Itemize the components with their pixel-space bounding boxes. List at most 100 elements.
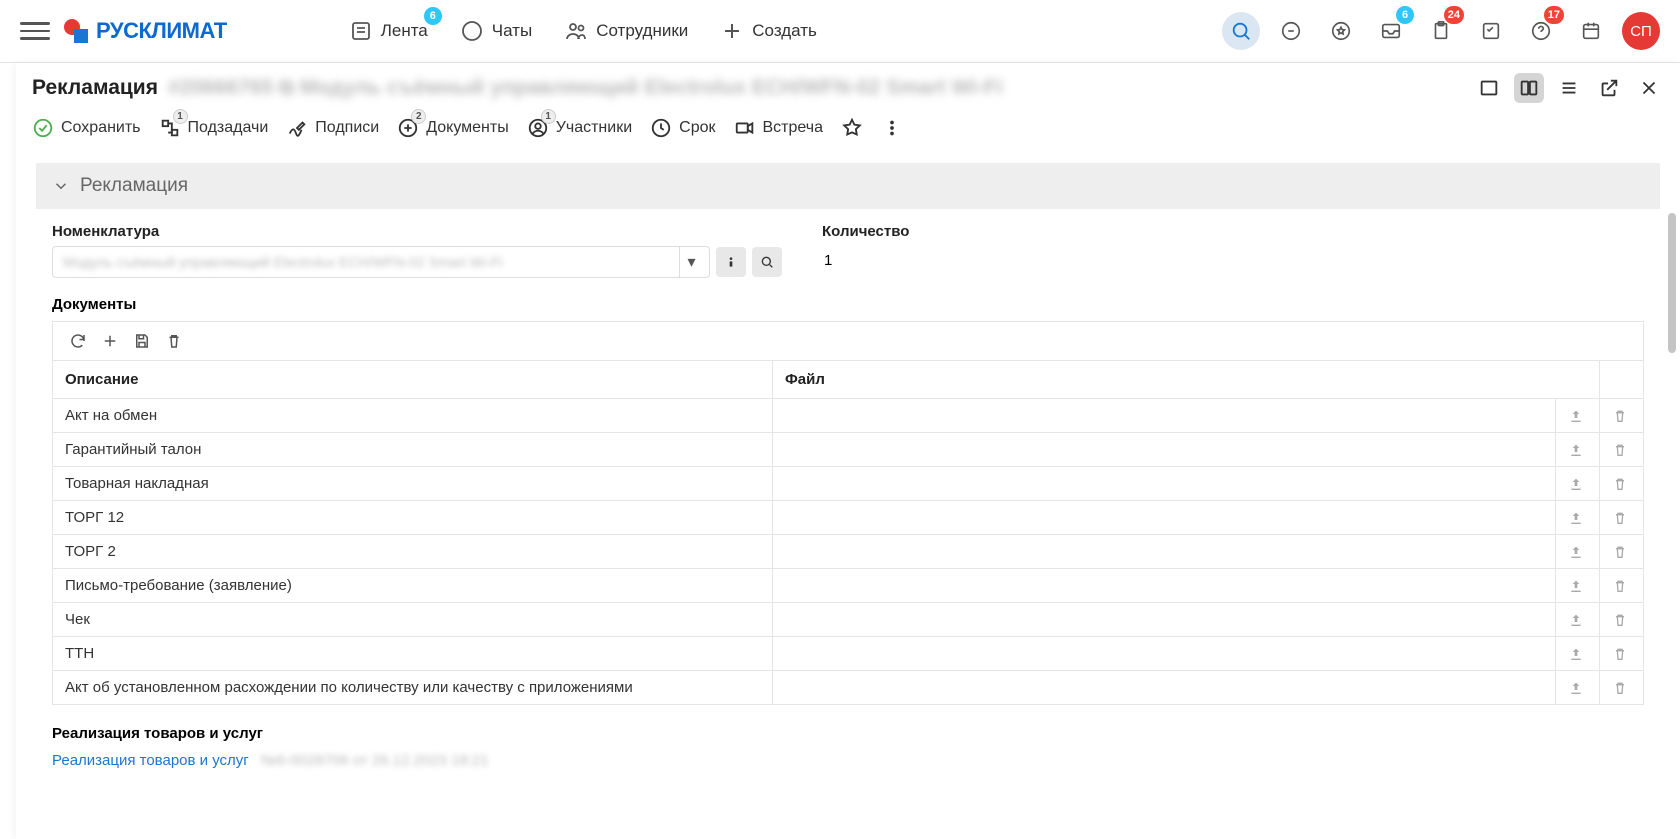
table-row[interactable]: ТОРГ 12 xyxy=(53,501,1644,535)
doc-delete-button[interactable] xyxy=(1600,467,1644,501)
search-button[interactable] xyxy=(1222,12,1260,50)
doc-delete-button[interactable] xyxy=(1600,637,1644,671)
table-row[interactable]: Письмо-требование (заявление) xyxy=(53,569,1644,603)
doc-upload-button[interactable] xyxy=(1556,433,1600,467)
favorite-star-button[interactable] xyxy=(841,117,863,139)
quantity-field: Количество 1 xyxy=(822,223,909,278)
documents-button[interactable]: 2 Документы xyxy=(397,117,508,139)
doc-delete-button[interactable] xyxy=(1600,433,1644,467)
list-icon xyxy=(1558,77,1580,99)
view-split-button[interactable] xyxy=(1514,73,1544,103)
doc-file-cell xyxy=(773,535,1556,569)
more-actions-button[interactable] xyxy=(881,117,903,139)
doc-upload-button[interactable] xyxy=(1556,399,1600,433)
view-window-button[interactable] xyxy=(1474,73,1504,103)
nav-employees-label: Сотрудники xyxy=(596,21,688,41)
hamburger-menu-button[interactable] xyxy=(20,16,50,46)
main-header: РУСКЛИМАТ Лента 6 Чаты Сотрудники Создат… xyxy=(0,0,1680,63)
refresh-icon[interactable] xyxy=(69,332,87,350)
inbox-button[interactable]: 6 xyxy=(1372,12,1410,50)
actionbar: Сохранить 1 Подзадачи Подписи 2 Документ… xyxy=(16,111,1680,153)
realization-link[interactable]: Реализация товаров и услуг xyxy=(52,752,249,769)
logo-mark-icon xyxy=(62,17,90,45)
nav-create-label: Создать xyxy=(752,21,817,41)
doc-delete-button[interactable] xyxy=(1600,671,1644,705)
nav-feed-badge: 6 xyxy=(424,7,442,25)
trash-icon xyxy=(1612,680,1628,696)
scrollbar-thumb[interactable] xyxy=(1668,213,1676,353)
doc-upload-button[interactable] xyxy=(1556,603,1600,637)
comments-button[interactable] xyxy=(1272,12,1310,50)
table-row[interactable]: Чек xyxy=(53,603,1644,637)
signatures-button[interactable]: Подписи xyxy=(286,117,379,139)
nav-feed-label: Лента xyxy=(381,21,428,41)
nomenclature-select[interactable]: Модуль съёмный управляющий Electrolux EC… xyxy=(52,246,710,278)
save-label: Сохранить xyxy=(61,119,141,137)
doc-upload-button[interactable] xyxy=(1556,467,1600,501)
save-disk-icon[interactable] xyxy=(133,332,151,350)
table-row[interactable]: ТТН xyxy=(53,637,1644,671)
main-panel: Рекламация #20666765 ⧉ Модуль съёмный уп… xyxy=(16,63,1680,839)
doc-delete-button[interactable] xyxy=(1600,603,1644,637)
doc-delete-button[interactable] xyxy=(1600,535,1644,569)
comment-bubble-icon xyxy=(1280,20,1302,42)
col-file[interactable]: Файл xyxy=(773,361,1600,399)
employees-icon xyxy=(564,19,588,43)
delete-icon[interactable] xyxy=(165,332,183,350)
col-description[interactable]: Описание xyxy=(53,361,773,399)
open-external-button[interactable] xyxy=(1594,73,1624,103)
close-icon xyxy=(1638,77,1660,99)
subtasks-button[interactable]: 1 Подзадачи xyxy=(159,117,269,139)
favorites-button[interactable] xyxy=(1322,12,1360,50)
help-button[interactable]: 17 xyxy=(1522,12,1560,50)
feed-icon xyxy=(349,19,373,43)
participants-button[interactable]: 1 Участники xyxy=(527,117,632,139)
add-icon[interactable] xyxy=(101,332,119,350)
save-button[interactable]: Сохранить xyxy=(32,117,141,139)
clipboard-badge: 24 xyxy=(1444,6,1464,24)
nav-chats[interactable]: Чаты xyxy=(450,13,542,49)
nav-employees[interactable]: Сотрудники xyxy=(554,13,698,49)
nomenclature-value: Модуль съёмный управляющий Electrolux EC… xyxy=(63,254,502,270)
doc-upload-button[interactable] xyxy=(1556,671,1600,705)
table-row[interactable]: Гарантийный талон xyxy=(53,433,1644,467)
clipboard-button[interactable]: 24 xyxy=(1422,12,1460,50)
calendar-button[interactable] xyxy=(1572,12,1610,50)
doc-file-cell xyxy=(773,399,1556,433)
close-button[interactable] xyxy=(1634,73,1664,103)
table-row[interactable]: Акт об установленном расхождении по коли… xyxy=(53,671,1644,705)
doc-upload-button[interactable] xyxy=(1556,637,1600,671)
section-toggle[interactable]: Рекламация xyxy=(36,163,1660,209)
tasks-button[interactable] xyxy=(1472,12,1510,50)
deadline-button[interactable]: Срок xyxy=(650,117,715,139)
doc-description-cell: ТТН xyxy=(53,637,773,671)
doc-upload-button[interactable] xyxy=(1556,501,1600,535)
table-row[interactable]: Акт на обмен xyxy=(53,399,1644,433)
doc-delete-button[interactable] xyxy=(1600,569,1644,603)
magnify-icon xyxy=(759,254,775,270)
search-nomenclature-button[interactable] xyxy=(752,247,782,277)
nav-feed[interactable]: Лента 6 xyxy=(339,13,438,49)
doc-delete-button[interactable] xyxy=(1600,399,1644,433)
logo[interactable]: РУСКЛИМАТ xyxy=(62,17,227,45)
nav-create[interactable]: Создать xyxy=(710,13,827,49)
info-button[interactable] xyxy=(716,247,746,277)
search-icon xyxy=(1230,20,1252,42)
view-list-button[interactable] xyxy=(1554,73,1584,103)
avatar[interactable]: СП xyxy=(1622,12,1660,50)
scrollbar[interactable] xyxy=(1668,213,1676,829)
table-row[interactable]: Товарная накладная xyxy=(53,467,1644,501)
trash-icon xyxy=(1612,578,1628,594)
doc-delete-button[interactable] xyxy=(1600,501,1644,535)
doc-upload-button[interactable] xyxy=(1556,535,1600,569)
caret-down-icon: ▾ xyxy=(679,247,703,277)
doc-file-cell xyxy=(773,603,1556,637)
meeting-button[interactable]: Встреча xyxy=(734,117,824,139)
trash-icon xyxy=(1612,544,1628,560)
calendar-icon-header xyxy=(1580,20,1602,42)
table-row[interactable]: ТОРГ 2 xyxy=(53,535,1644,569)
plus-icon xyxy=(720,19,744,43)
deadline-label: Срок xyxy=(679,119,715,137)
doc-upload-button[interactable] xyxy=(1556,569,1600,603)
doc-description-cell: Товарная накладная xyxy=(53,467,773,501)
